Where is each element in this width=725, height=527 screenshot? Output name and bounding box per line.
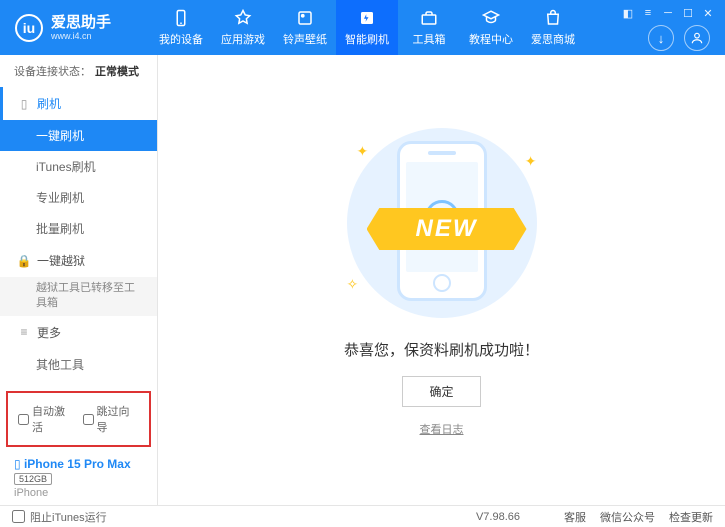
view-log-link[interactable]: 查看日志 xyxy=(420,421,464,437)
minimize-icon[interactable]: ─ xyxy=(661,6,675,20)
sidebar-item-itunes-flash[interactable]: iTunes刷机 xyxy=(0,151,157,182)
sidebar-jailbreak-note: 越狱工具已转移至工具箱 xyxy=(0,277,157,316)
device-icon xyxy=(171,8,191,28)
success-message: 恭喜您，保资料刷机成功啦！ xyxy=(344,339,539,360)
download-button[interactable]: ↓ xyxy=(648,25,674,51)
block-itunes-checkbox[interactable]: 阻止iTunes运行 xyxy=(12,509,107,525)
checkbox-highlight-box: 自动激活 跳过向导 xyxy=(6,391,151,447)
sidebar-group-jailbreak[interactable]: 🔒 一键越狱 xyxy=(0,244,157,277)
auto-activate-checkbox[interactable]: 自动激活 xyxy=(18,403,75,435)
new-ribbon: NEW xyxy=(367,208,527,250)
tutorial-icon xyxy=(481,8,501,28)
skin-icon[interactable]: ◧ xyxy=(621,6,635,20)
sidebar-item-pro-flash[interactable]: 专业刷机 xyxy=(0,182,157,213)
device-info[interactable]: ▯ iPhone 15 Pro Max 512GB iPhone xyxy=(0,451,157,505)
app-url: www.i4.cn xyxy=(51,32,111,41)
nav-toolbox[interactable]: 工具箱 xyxy=(398,0,460,55)
phone-icon: ▯ xyxy=(17,97,31,111)
sidebar-item-batch-flash[interactable]: 批量刷机 xyxy=(0,213,157,244)
footer-wechat[interactable]: 微信公众号 xyxy=(600,509,655,525)
sidebar-group-more[interactable]: ≡ 更多 xyxy=(0,316,157,349)
user-button[interactable] xyxy=(684,25,710,51)
sidebar: 设备连接状态： 正常模式 ▯ 刷机 一键刷机 iTunes刷机 专业刷机 批量刷… xyxy=(0,55,158,505)
logo-icon: iu xyxy=(15,14,43,42)
main-content: ✦ ✦ ✧ ✓ NEW 恭喜您，保资料刷机成功啦！ 确定 查看日志 xyxy=(158,55,725,505)
storage-badge: 512GB xyxy=(14,473,52,485)
sidebar-group-flash[interactable]: ▯ 刷机 xyxy=(0,87,157,120)
close-icon[interactable]: ✕ xyxy=(701,6,715,20)
logo-area: iu 爱思助手 www.i4.cn xyxy=(0,14,150,42)
nav-store[interactable]: 爱思商城 xyxy=(522,0,584,55)
success-illustration: ✦ ✦ ✧ ✓ NEW xyxy=(337,123,547,323)
nav-apps-games[interactable]: 应用游戏 xyxy=(212,0,274,55)
footer-check-update[interactable]: 检查更新 xyxy=(669,509,713,525)
ok-button[interactable]: 确定 xyxy=(402,376,480,407)
footer-support[interactable]: 客服 xyxy=(564,509,586,525)
sidebar-item-download-firmware[interactable]: 下载固件 xyxy=(0,380,157,387)
nav-my-device[interactable]: 我的设备 xyxy=(150,0,212,55)
wallpaper-icon xyxy=(295,8,315,28)
skip-guide-checkbox[interactable]: 跳过向导 xyxy=(83,403,140,435)
window-controls: ◧ ≡ ─ ☐ ✕ xyxy=(621,6,715,20)
sidebar-item-other-tools[interactable]: 其他工具 xyxy=(0,349,157,380)
app-name: 爱思助手 xyxy=(51,15,111,30)
nav-smart-flash[interactable]: 智能刷机 xyxy=(336,0,398,55)
sidebar-item-onekey-flash[interactable]: 一键刷机 xyxy=(0,120,157,151)
connection-status: 设备连接状态： 正常模式 xyxy=(0,55,157,87)
toolbox-icon xyxy=(419,8,439,28)
app-icon xyxy=(233,8,253,28)
version-label: V7.98.66 xyxy=(476,511,520,523)
footer: 阻止iTunes运行 V7.98.66 客服 微信公众号 检查更新 xyxy=(0,505,725,527)
store-icon xyxy=(543,8,563,28)
lock-icon: 🔒 xyxy=(17,254,31,268)
nav-tutorial[interactable]: 教程中心 xyxy=(460,0,522,55)
maximize-icon[interactable]: ☐ xyxy=(681,6,695,20)
more-icon: ≡ xyxy=(17,325,31,339)
menu-icon[interactable]: ≡ xyxy=(641,6,655,20)
flash-icon xyxy=(357,8,377,28)
nav-ringtone-wallpaper[interactable]: 铃声壁纸 xyxy=(274,0,336,55)
